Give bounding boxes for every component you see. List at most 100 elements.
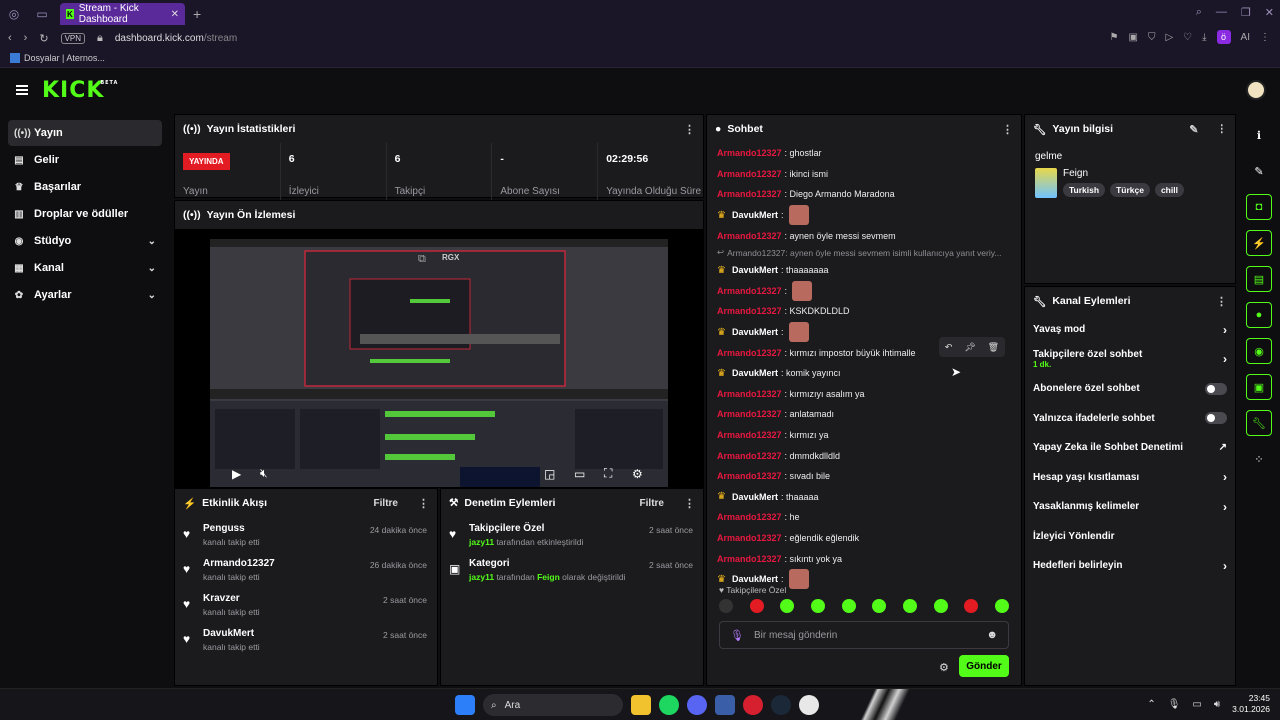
chat-username[interactable]: Armando12327: [717, 409, 782, 419]
play-icon[interactable]: ▶: [232, 467, 241, 481]
ea-icon[interactable]: [799, 695, 819, 715]
event-user[interactable]: Armando12327: [203, 558, 275, 569]
sidebar-item-yayin[interactable]: ((•)) Yayın: [8, 120, 162, 146]
emote-icon[interactable]: [872, 599, 887, 613]
emote-icon[interactable]: [810, 599, 825, 613]
moderator-name[interactable]: jazy11: [469, 537, 494, 547]
dots-icon[interactable]: ⁘: [1246, 446, 1272, 472]
chat-username[interactable]: DavukMert: [732, 265, 778, 275]
minimize-icon[interactable]: —: [1216, 6, 1227, 19]
emote-icon[interactable]: [841, 599, 856, 613]
settings-icon[interactable]: ⚙: [632, 467, 643, 481]
chat-username[interactable]: DavukMert: [732, 210, 778, 220]
action-ai-moderation[interactable]: Yapay Zeka ile Sohbet Denetimi ↗: [1025, 433, 1235, 463]
chat-username[interactable]: Armando12327: [717, 451, 782, 461]
chat-username[interactable]: DavukMert: [732, 327, 778, 337]
chat-message[interactable]: Armando12327: Diego Armando Maradona: [717, 184, 1011, 205]
menu-icon[interactable]: ⋮: [1260, 32, 1270, 43]
ai-button[interactable]: AI: [1241, 32, 1250, 43]
chat-username[interactable]: Armando12327: [717, 169, 782, 179]
info-icon[interactable]: ℹ: [1246, 122, 1272, 148]
new-tab-button[interactable]: +: [193, 6, 201, 22]
chat-username[interactable]: Armando12327: [717, 430, 782, 440]
more-options-icon[interactable]: ⋮: [1216, 295, 1227, 308]
tab-overview-icon[interactable]: ▭: [28, 0, 56, 28]
chat-message[interactable]: Armando12327:: [717, 280, 1011, 302]
search-tabs-icon[interactable]: ⌕: [1196, 6, 1202, 19]
chat-username[interactable]: Armando12327: [717, 512, 782, 522]
chat-message[interactable]: Armando12327: sıvadı bile: [717, 466, 1011, 487]
profile-icon[interactable]: ö: [1216, 30, 1231, 44]
chat-username[interactable]: Armando12327: [717, 189, 782, 199]
emote-icon[interactable]: [749, 599, 764, 613]
preview-video[interactable]: ⧉ RGX ▶ 🔇︎ ◲ ▭ ⛶ ⚙: [175, 229, 703, 487]
microphone-icon[interactable]: 🎙︎: [730, 629, 744, 642]
emote-only-toggle[interactable]: [1205, 412, 1227, 425]
action-goals[interactable]: Hedefleri belirleyin ›: [1025, 551, 1235, 581]
chat-username[interactable]: Armando12327: [717, 348, 782, 358]
fullscreen-icon[interactable]: ⛶: [604, 466, 612, 481]
chat-messages[interactable]: Armando12327: ghostlar Armando12327: ikin…: [707, 143, 1021, 593]
emote-icon[interactable]: [902, 599, 917, 613]
opera-icon[interactable]: [743, 695, 763, 715]
chat-message[interactable]: Armando12327: anlatamadı: [717, 404, 1011, 425]
more-options-icon[interactable]: ⋮: [684, 497, 695, 510]
more-options-icon[interactable]: ⋮: [1217, 123, 1228, 135]
more-options-icon[interactable]: ⋮: [684, 123, 695, 136]
action-slow-mode[interactable]: Yavaş mod ›: [1025, 315, 1235, 345]
chat-message[interactable]: Armando12327: sıkıntı yok ya: [717, 548, 1011, 569]
steam-icon[interactable]: [771, 695, 791, 715]
chat-bubble-icon[interactable]: ●: [1246, 302, 1272, 328]
chat-message[interactable]: Armando12327: KSKDKDLDLD: [717, 301, 1011, 322]
emote-icon[interactable]: [994, 599, 1009, 613]
chat-message[interactable]: ♛ DavukMert: komik yayıncı: [717, 363, 1011, 384]
more-options-icon[interactable]: ⋮: [418, 497, 429, 510]
tag[interactable]: chill: [1154, 183, 1184, 197]
camera-icon[interactable]: ◘: [1246, 194, 1272, 220]
chat-username[interactable]: Armando12327: [717, 554, 782, 564]
emote-icon[interactable]: [780, 599, 795, 613]
emote-icon[interactable]: [964, 599, 979, 613]
chat-username[interactable]: Armando12327: [717, 306, 782, 316]
windows-start-icon[interactable]: [455, 695, 475, 715]
chat-message[interactable]: ♛ DavukMert:: [717, 205, 1011, 226]
discord-icon[interactable]: [687, 695, 707, 715]
theatre-icon[interactable]: ▭: [574, 467, 585, 481]
event-user[interactable]: Penguss: [203, 523, 260, 534]
action-banned-words[interactable]: Yasaklanmış kelimeler ›: [1025, 492, 1235, 522]
browser-tab[interactable]: K Stream - Kick Dashboard ✕: [60, 3, 185, 25]
taskbar-search[interactable]: ⌕ Ara: [483, 694, 623, 716]
chat-settings-icon[interactable]: ⚙: [939, 661, 949, 674]
reply-icon[interactable]: ↶: [945, 342, 953, 353]
sidebar-item-basarilar[interactable]: ♛ Başarılar: [8, 174, 162, 200]
tray-arrow-icon[interactable]: ⌃: [1147, 699, 1155, 710]
mute-icon[interactable]: 🔇︎: [260, 466, 268, 481]
network-icon[interactable]: ▭: [1192, 699, 1201, 710]
moderation-icon[interactable]: ▣: [1246, 374, 1272, 400]
lightning-icon[interactable]: ⚡: [1246, 230, 1272, 256]
sidebar-item-studyo[interactable]: ◉ Stüdyo ⌄: [8, 228, 162, 254]
close-window-icon[interactable]: ✕: [1265, 6, 1274, 19]
wrench-icon[interactable]: 🔧︎: [1246, 410, 1272, 436]
chat-username[interactable]: Armando12327: [717, 286, 782, 296]
back-icon[interactable]: ‹: [8, 32, 12, 44]
send-button[interactable]: Gönder: [959, 655, 1009, 677]
broadcast-icon[interactable]: ◉: [1246, 338, 1272, 364]
clock[interactable]: 23:45 3.01.2026: [1232, 693, 1270, 715]
chat-username[interactable]: Armando12327: [717, 533, 782, 543]
filter-button[interactable]: Filtre: [640, 498, 664, 509]
chat-username[interactable]: Armando12327: [717, 231, 782, 241]
heart-icon[interactable]: ♡: [1183, 32, 1192, 43]
spotify-icon[interactable]: [659, 695, 679, 715]
close-tab-icon[interactable]: ✕: [171, 9, 179, 20]
chat-message[interactable]: Armando12327: he: [717, 507, 1011, 528]
microphone-icon[interactable]: 🎙︎: [1168, 699, 1181, 710]
sidebar-item-kanal[interactable]: ▦ Kanal ⌄: [8, 255, 162, 281]
moderator-name[interactable]: jazy11: [469, 572, 494, 582]
chat-message[interactable]: Armando12327: eğlendik eğlendik: [717, 528, 1011, 549]
url-field[interactable]: dashboard.kick.com/stream: [115, 33, 237, 44]
action-account-age[interactable]: Hesap yaşı kısıtlaması ›: [1025, 463, 1235, 493]
chat-message[interactable]: Armando12327: dmmdkdlldld: [717, 445, 1011, 466]
pip-icon[interactable]: ◲: [544, 467, 555, 481]
snapshot-icon[interactable]: ▣: [1129, 32, 1138, 43]
